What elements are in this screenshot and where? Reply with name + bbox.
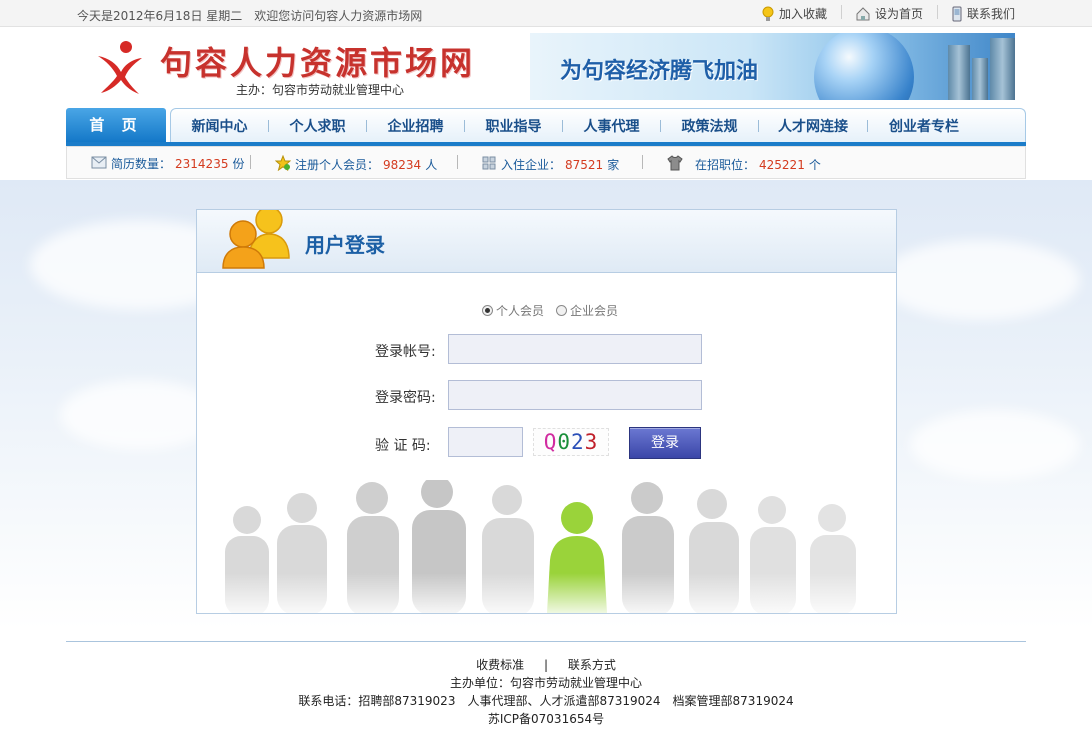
footer-separator: | bbox=[543, 658, 549, 672]
login-header: 用户登录 bbox=[197, 210, 896, 273]
footer-links: 收费标准 | 联系方式 bbox=[0, 656, 1092, 673]
star-member-icon bbox=[274, 154, 292, 174]
building-image bbox=[990, 38, 1015, 100]
building-icon bbox=[481, 155, 497, 174]
stat-label: 在招职位： bbox=[695, 158, 756, 172]
top-links: 加入收藏 设为首页 联系我们 bbox=[762, 5, 1015, 22]
footer-icp: 苏ICP备07031654号 bbox=[487, 712, 605, 726]
header-banner: 为句容经济腾飞加油 bbox=[530, 33, 1015, 100]
nav-item-job-seeking[interactable]: 个人求职 bbox=[269, 116, 366, 136]
contact-us-link[interactable]: 联系我们 bbox=[952, 5, 1015, 22]
building-image bbox=[972, 58, 988, 100]
captcha-char: Q bbox=[543, 430, 558, 454]
contact-us-label: 联系我们 bbox=[966, 7, 1015, 21]
cloud bbox=[880, 240, 1080, 320]
nav-bar: 新闻中心 个人求职 企业招聘 职业指导 人事代理 政策法规 人才网连接 创业者专… bbox=[170, 108, 1026, 142]
stat-unit: 个 bbox=[808, 158, 821, 172]
set-homepage-label: 设为首页 bbox=[874, 7, 923, 21]
divider bbox=[642, 155, 643, 169]
top-bar: 今天是2012年6月18日 星期二 欢迎您访问句容人力资源市场网 加入收藏 设为… bbox=[0, 0, 1092, 27]
nav-item-talent-links[interactable]: 人才网连接 bbox=[759, 116, 867, 136]
radio-personal-member[interactable]: 个人会员 bbox=[482, 302, 544, 319]
password-label: 登录密码: bbox=[375, 390, 436, 406]
nav-item-career-guidance[interactable]: 职业指导 bbox=[465, 116, 562, 136]
nav-item-hr-agency[interactable]: 人事代理 bbox=[563, 116, 660, 136]
stat-jobs: 在招职位： 425221 个 bbox=[667, 155, 821, 174]
login-title: 用户登录 bbox=[305, 233, 385, 257]
radio-dot bbox=[482, 305, 493, 316]
captcha-input[interactable] bbox=[448, 427, 523, 457]
login-button[interactable]: 登录 bbox=[629, 427, 701, 459]
cloud bbox=[910, 410, 1080, 480]
stat-companies: 入住企业： 87521 家 bbox=[481, 155, 619, 174]
stat-unit: 份 bbox=[232, 157, 245, 171]
stat-unit: 人 bbox=[425, 158, 438, 172]
captcha-image[interactable]: Q 0 2 3 bbox=[533, 428, 609, 456]
banner-slogan: 为句容经济腾飞加油 bbox=[560, 59, 759, 84]
nav-home[interactable]: 首 页 bbox=[66, 108, 166, 142]
captcha-char: 2 bbox=[571, 430, 585, 454]
stat-resumes: 简历数量： 2314235 份 bbox=[91, 155, 244, 172]
lightbulb-icon bbox=[762, 6, 774, 22]
footer-host: 主办单位：句容市劳动就业管理中心 bbox=[449, 676, 642, 690]
stat-value: 425221 bbox=[759, 157, 805, 172]
nav-item-entrepreneur[interactable]: 创业者专栏 bbox=[868, 116, 980, 136]
divider bbox=[936, 5, 938, 19]
nav-item-news[interactable]: 新闻中心 bbox=[171, 116, 268, 136]
radio-label: 个人会员 bbox=[496, 304, 545, 318]
stat-unit: 家 bbox=[607, 158, 620, 172]
main-nav: 首 页 新闻中心 个人求职 企业招聘 职业指导 人事代理 政策法规 人才网连接 … bbox=[66, 108, 1026, 146]
home-icon bbox=[856, 6, 870, 21]
footer-link-contact[interactable]: 联系方式 bbox=[568, 658, 616, 672]
radio-label: 企业会员 bbox=[570, 304, 619, 318]
resume-icon bbox=[91, 155, 107, 172]
captcha-char: 0 bbox=[557, 430, 571, 454]
shirt-icon bbox=[667, 155, 683, 174]
crowd-illustration bbox=[207, 480, 887, 613]
phone-icon bbox=[952, 6, 962, 22]
site-name: 句容人力资源市场网 bbox=[160, 44, 476, 82]
stat-label: 入住企业： bbox=[501, 158, 562, 172]
users-icon bbox=[219, 210, 297, 270]
account-label: 登录帐号: bbox=[375, 344, 436, 360]
add-favorite-link[interactable]: 加入收藏 bbox=[762, 5, 827, 22]
divider bbox=[250, 155, 251, 169]
footer-divider bbox=[66, 641, 1026, 642]
nav-item-recruitment[interactable]: 企业招聘 bbox=[367, 116, 464, 136]
password-input[interactable] bbox=[448, 380, 702, 410]
login-panel: 用户登录 个人会员 企业会员 登录帐号: 登录密码: 验 证 码: Q 0 2 … bbox=[196, 209, 897, 614]
stat-members: 注册个人会员： 98234 人 bbox=[274, 154, 438, 174]
footer-link-fees[interactable]: 收费标准 bbox=[476, 658, 524, 672]
stat-value: 98234 bbox=[383, 157, 422, 172]
radio-dot bbox=[556, 305, 568, 316]
stat-value: 2314235 bbox=[175, 156, 229, 171]
nav-item-policy[interactable]: 政策法规 bbox=[661, 116, 758, 136]
stat-value: 87521 bbox=[565, 157, 604, 172]
set-homepage-link[interactable]: 设为首页 bbox=[856, 5, 923, 22]
stats-bar: 简历数量： 2314235 份 注册个人会员： 98234 人 入住企业： 87… bbox=[66, 146, 1026, 179]
stat-label: 简历数量： bbox=[111, 157, 172, 171]
member-type-selector: 个人会员 企业会员 bbox=[482, 302, 618, 319]
add-favorite-label: 加入收藏 bbox=[778, 7, 827, 21]
account-input[interactable] bbox=[448, 334, 702, 364]
radio-company-member[interactable]: 企业会员 bbox=[556, 302, 618, 319]
stat-label: 注册个人会员： bbox=[295, 158, 380, 172]
site-logo[interactable] bbox=[95, 38, 145, 96]
divider bbox=[457, 155, 458, 169]
footer-phones: 联系电话：招聘部87319023 人事代理部、人才派遣部87319024 档案管… bbox=[298, 694, 794, 708]
host-organization: 主办：句容市劳动就业管理中心 bbox=[236, 83, 405, 97]
captcha-label: 验 证 码: bbox=[375, 438, 431, 454]
building-image bbox=[948, 45, 970, 100]
divider bbox=[840, 5, 842, 19]
greeting-text: 今天是2012年6月18日 星期二 欢迎您访问句容人力资源市场网 bbox=[77, 9, 423, 23]
captcha-char: 3 bbox=[584, 430, 599, 454]
globe-image bbox=[814, 33, 914, 100]
